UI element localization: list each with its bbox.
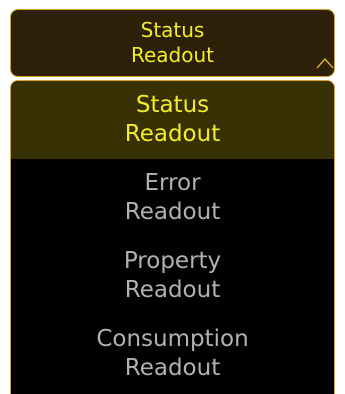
menu-item-label: Consumption Readout: [96, 326, 249, 381]
readout-options-menu: Status Readout Error Readout Property Re…: [10, 80, 335, 394]
menu-item-label: Error Readout: [124, 170, 221, 225]
readout-select-button[interactable]: Status Readout: [10, 9, 335, 77]
menu-item-label: Property Readout: [123, 248, 222, 303]
caret-up-icon: [316, 57, 334, 69]
menu-item-error-readout[interactable]: Error Readout: [11, 159, 334, 237]
menu-item-property-readout[interactable]: Property Readout: [11, 237, 334, 315]
menu-item-consumption-readout[interactable]: Consumption Readout: [11, 315, 334, 393]
menu-item-status-readout[interactable]: Status Readout: [11, 81, 334, 159]
menu-item-label: Status Readout: [124, 92, 221, 147]
readout-select-label: Status Readout: [130, 18, 214, 67]
